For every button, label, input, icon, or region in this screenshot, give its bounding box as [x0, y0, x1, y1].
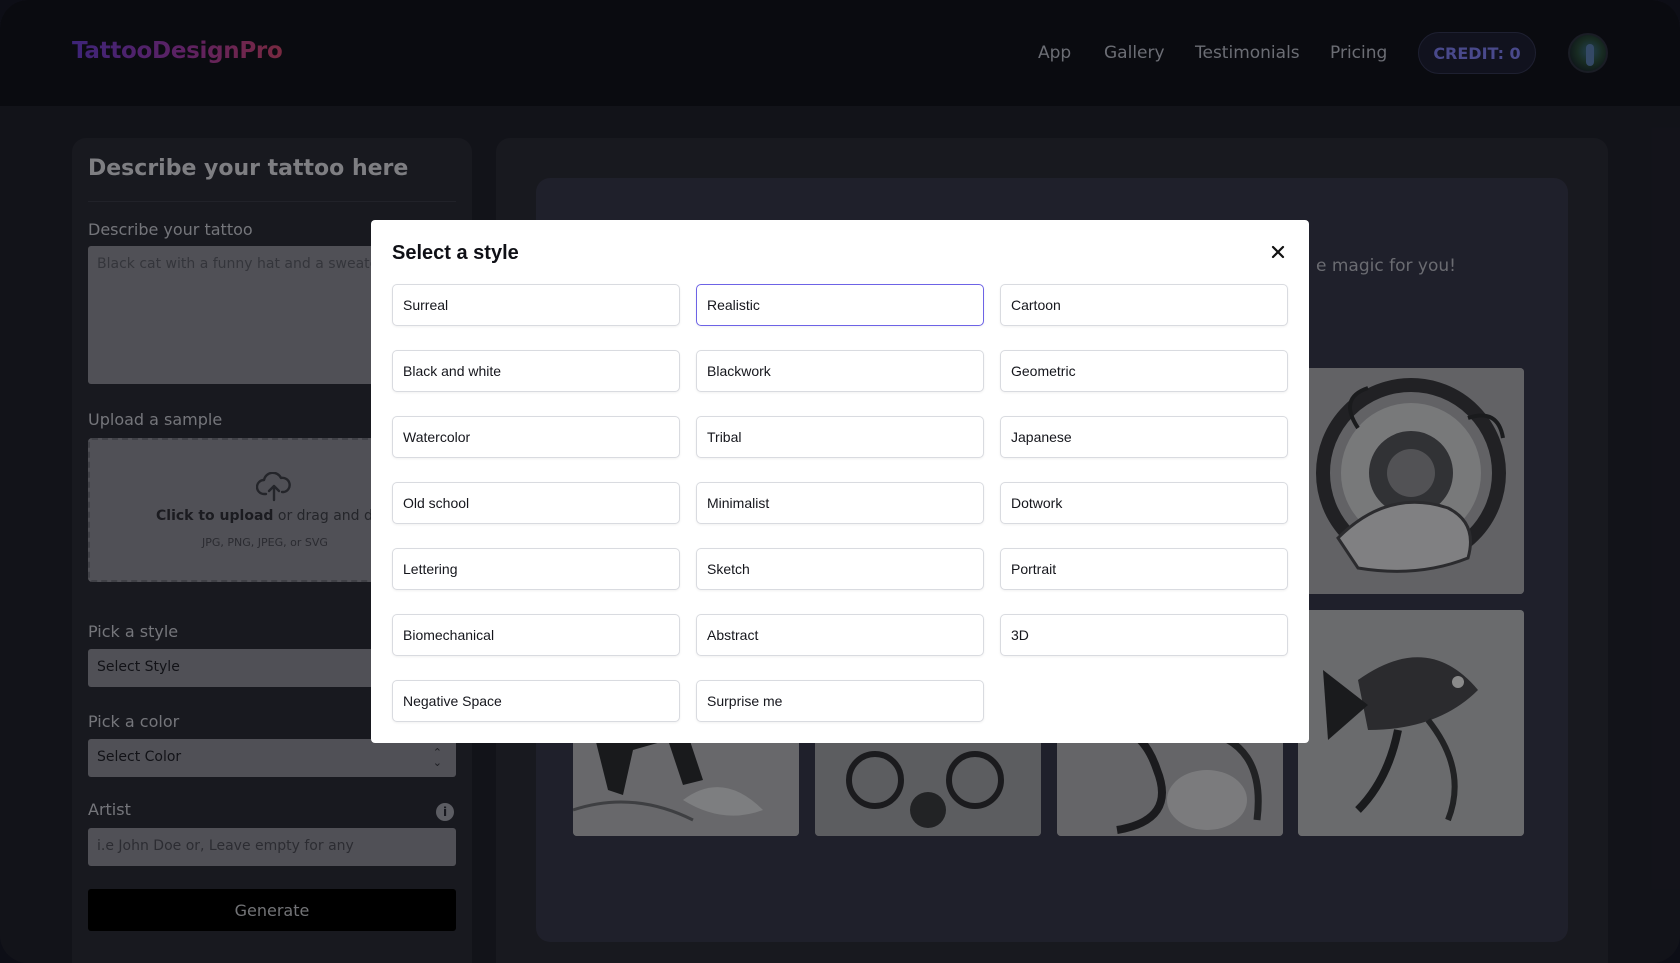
style-option-geometric[interactable]: Geometric — [1000, 350, 1288, 392]
style-option-biomechanical[interactable]: Biomechanical — [392, 614, 680, 656]
style-option-minimalist[interactable]: Minimalist — [696, 482, 984, 524]
close-icon[interactable] — [1266, 240, 1290, 264]
style-option-blackwork[interactable]: Blackwork — [696, 350, 984, 392]
style-option-lettering[interactable]: Lettering — [392, 548, 680, 590]
style-option-surprise-me[interactable]: Surprise me — [696, 680, 984, 722]
style-option-black-and-white[interactable]: Black and white — [392, 350, 680, 392]
modal-title: Select a style — [392, 242, 519, 264]
style-select-modal: Select a style Surreal Realistic Cartoon… — [371, 220, 1309, 743]
style-option-3d[interactable]: 3D — [1000, 614, 1288, 656]
style-option-watercolor[interactable]: Watercolor — [392, 416, 680, 458]
app-window: TattooDesignPro App Gallery Testimonials… — [0, 0, 1680, 963]
style-option-dotwork[interactable]: Dotwork — [1000, 482, 1288, 524]
style-option-sketch[interactable]: Sketch — [696, 548, 984, 590]
style-option-negative-space[interactable]: Negative Space — [392, 680, 680, 722]
style-option-tribal[interactable]: Tribal — [696, 416, 984, 458]
style-option-surreal[interactable]: Surreal — [392, 284, 680, 326]
style-option-cartoon[interactable]: Cartoon — [1000, 284, 1288, 326]
style-option-old-school[interactable]: Old school — [392, 482, 680, 524]
style-option-realistic[interactable]: Realistic — [696, 284, 984, 326]
style-option-abstract[interactable]: Abstract — [696, 614, 984, 656]
style-option-portrait[interactable]: Portrait — [1000, 548, 1288, 590]
style-option-japanese[interactable]: Japanese — [1000, 416, 1288, 458]
